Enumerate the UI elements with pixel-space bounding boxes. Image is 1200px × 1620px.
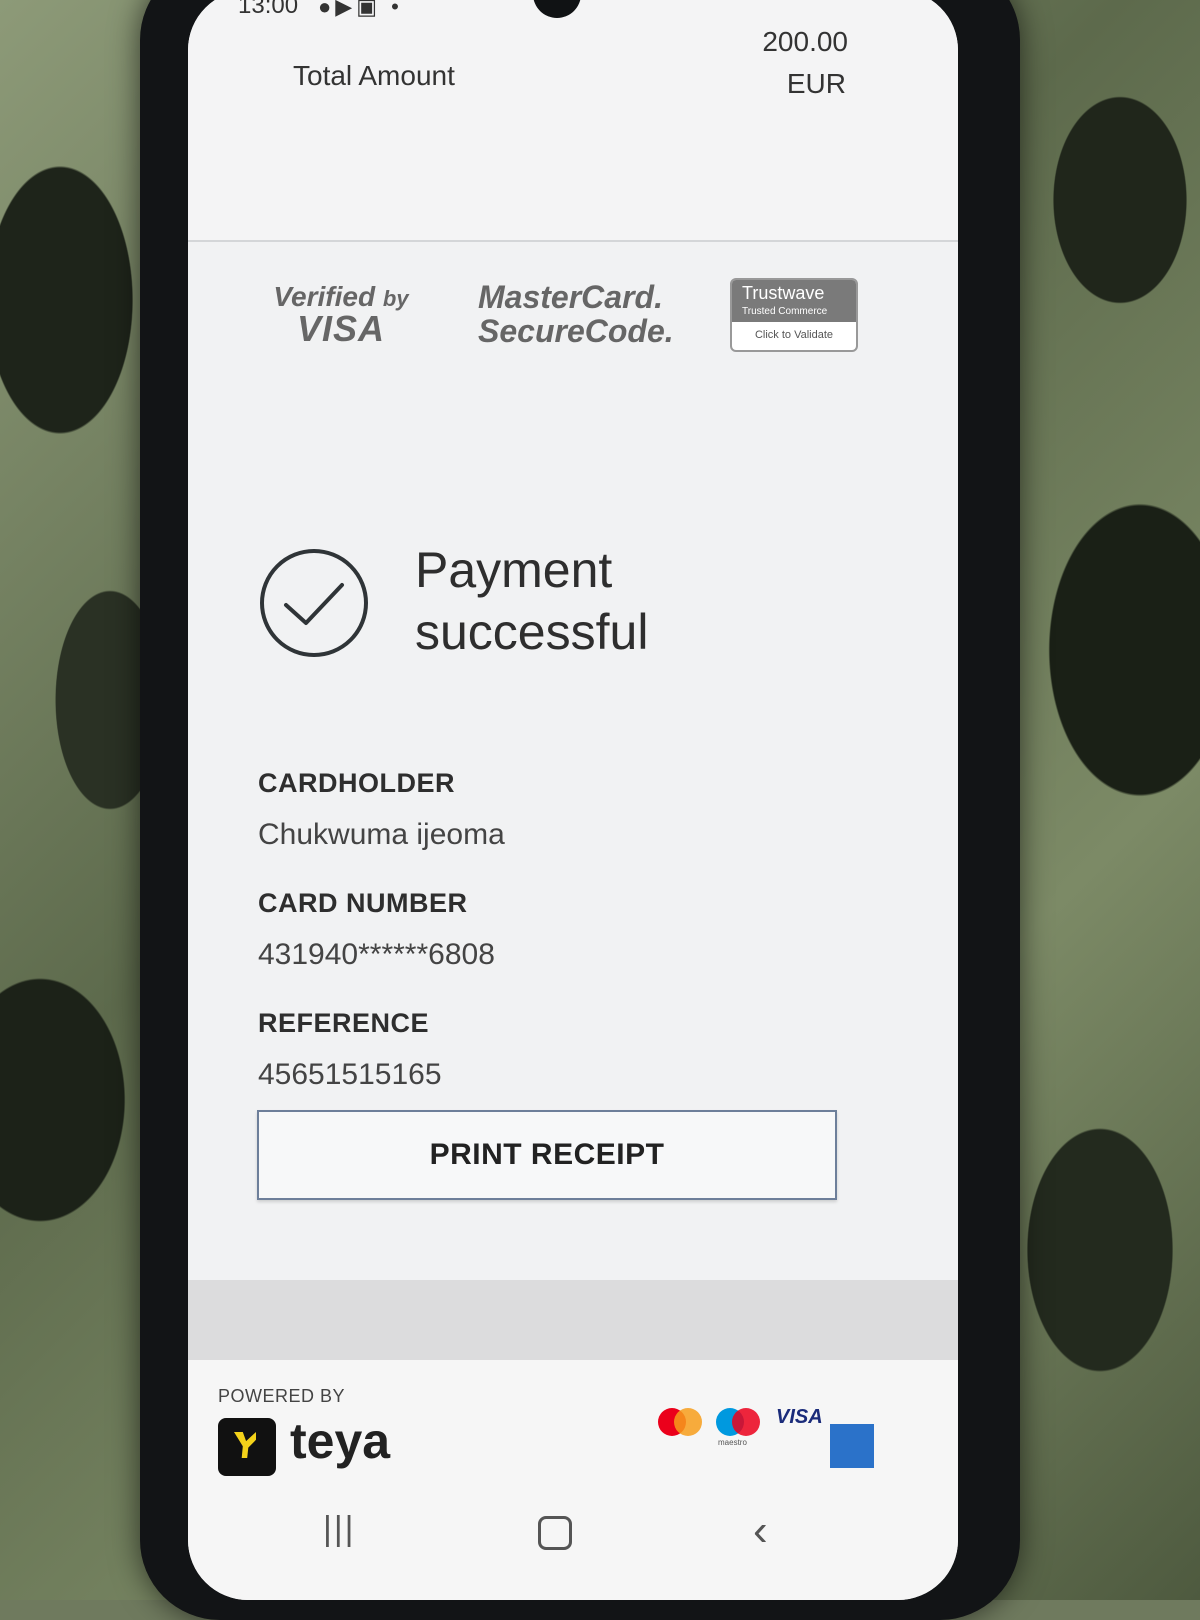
mastercard-icon-overlap	[674, 1408, 702, 1436]
cardholder-label: CARDHOLDER	[258, 768, 455, 798]
divider-band	[188, 1280, 958, 1360]
check-circle-icon	[260, 549, 368, 657]
security-badges: Verified by VISA MasterCard. SecureCode.…	[188, 270, 958, 360]
mc-badge-line1: MasterCard.	[478, 279, 663, 315]
verified-by-visa-logo: Verified by VISA	[266, 282, 416, 349]
phone-screen: 13:00 ●▶▣ • Total Amount 200.00 EUR Veri…	[188, 0, 958, 1600]
total-amount-currency: EUR	[786, 68, 846, 99]
status-line-1: Payment	[415, 542, 613, 598]
visa-badge-line2: VISA	[296, 308, 386, 349]
transaction-details: CARDHOLDER Chukwuma ijeoma CARD NUMBER 4…	[258, 768, 858, 1128]
reference-label: REFERENCE	[258, 1008, 430, 1038]
maestro-caption: maestro	[718, 1438, 747, 1447]
maestro-icon-overlap	[732, 1408, 760, 1436]
status-line-2: successful	[415, 604, 649, 660]
trustwave-subtitle: Trusted Commerce	[742, 306, 828, 317]
powered-by-label: POWERED BY	[218, 1386, 346, 1406]
recent-apps-icon[interactable]: |||	[323, 1510, 356, 1549]
visa-logo: VISA	[776, 1406, 823, 1428]
teya-brand-name: teya	[290, 1413, 391, 1469]
payment-status-text: Payment successful	[415, 539, 815, 663]
status-time: 13:00	[238, 0, 299, 19]
footer: POWERED BY teya maestro VISA ||| ‹	[188, 1360, 958, 1600]
print-receipt-button[interactable]: PRINT RECEIPT	[257, 1110, 837, 1200]
total-amount-label: Total Amount	[293, 60, 455, 91]
trustwave-validate-link[interactable]: Click to Validate	[732, 322, 856, 348]
payment-result: Payment successful	[258, 542, 858, 675]
card-number-label: CARD NUMBER	[258, 888, 468, 918]
android-nav-bar: ||| ‹	[188, 1506, 958, 1570]
visa-badge-by: by	[382, 286, 409, 311]
cardholder-value: Chukwuma ijeoma	[258, 818, 505, 851]
notification-icons: ●▶▣ •	[318, 0, 403, 19]
accepted-cards: maestro VISA	[658, 1404, 898, 1468]
trustwave-title: Trustwave	[742, 283, 825, 303]
home-icon[interactable]	[538, 1516, 572, 1550]
card-number-value: 431940******6808	[258, 938, 495, 971]
mc-badge-line2: SecureCode.	[478, 313, 674, 349]
total-amount-value: 200.00	[762, 26, 848, 57]
teya-logo-icon	[218, 1418, 276, 1476]
american-express-icon	[830, 1424, 874, 1468]
amount-panel: 13:00 ●▶▣ • Total Amount 200.00 EUR	[188, 0, 958, 242]
trustwave-seal[interactable]: Trustwave Trusted Commerce Click to Vali…	[730, 278, 858, 352]
mastercard-securecode-logo: MasterCard. SecureCode.	[478, 279, 674, 349]
back-icon[interactable]: ‹	[753, 1506, 768, 1556]
